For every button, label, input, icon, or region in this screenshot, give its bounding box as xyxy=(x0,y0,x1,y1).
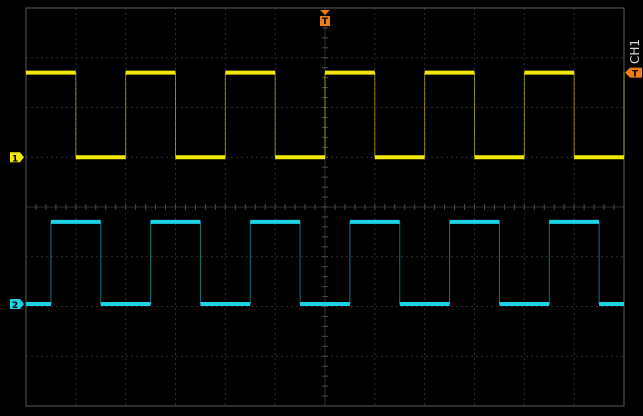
channel-label: CH1 xyxy=(628,38,642,64)
trigger-level-label: T xyxy=(632,70,639,80)
trigger-label: T xyxy=(322,17,329,27)
screen-background xyxy=(0,0,643,416)
marker-label: 1 xyxy=(12,154,18,164)
marker-label: 2 xyxy=(12,301,18,311)
oscilloscope-display: 1 2 T T xyxy=(0,0,643,416)
